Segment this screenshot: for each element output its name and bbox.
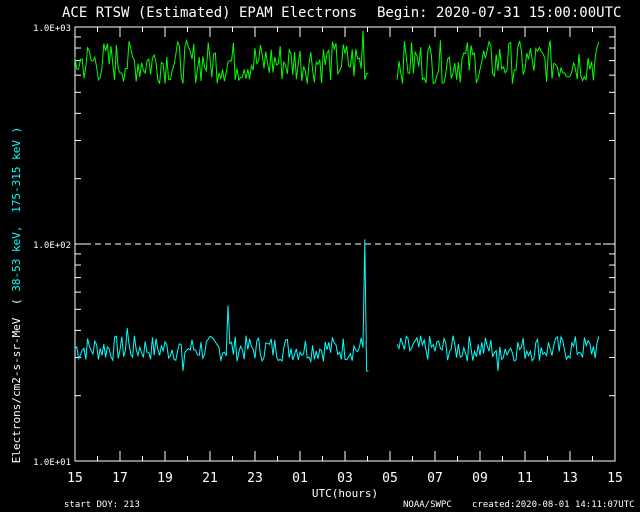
chart-background bbox=[0, 0, 640, 512]
x-tick-label: 01 bbox=[292, 471, 308, 486]
source-label: NOAA/SWPC bbox=[403, 500, 452, 510]
x-tick-label: 11 bbox=[517, 471, 533, 486]
y-axis-label: Electrons/cm2-s-sr-MeV ( 38-53 keV, 175-… bbox=[10, 127, 23, 464]
x-tick-label: 19 bbox=[157, 471, 173, 486]
x-axis-label: UTC(hours) bbox=[312, 487, 378, 500]
x-tick-label: 17 bbox=[112, 471, 128, 486]
chart-title: ACE RTSW (Estimated) EPAM Electrons bbox=[62, 5, 357, 21]
x-tick-label: 21 bbox=[202, 471, 218, 486]
start-doy: start DOY: 213 bbox=[64, 500, 140, 510]
y-axis-label-high: 175-315 keV bbox=[10, 140, 23, 213]
y-axis-label-close: ) bbox=[10, 127, 23, 134]
y-axis-label-open: ( bbox=[10, 292, 23, 305]
y-tick-label: 1.0E+01 bbox=[33, 458, 71, 468]
y-tick-label: 1.0E+02 bbox=[33, 241, 71, 251]
y-tick-label: 1.0E+03 bbox=[33, 24, 71, 34]
epam-chart: ACE RTSW (Estimated) EPAM Electrons Begi… bbox=[0, 0, 640, 512]
x-tick-label: 13 bbox=[562, 471, 578, 486]
x-tick-label: 05 bbox=[382, 471, 398, 486]
x-tick-label: 03 bbox=[337, 471, 353, 486]
x-tick-label: 15 bbox=[67, 471, 83, 486]
x-tick-label: 15 bbox=[607, 471, 623, 486]
y-axis-label-units: Electrons/cm2-s-sr-MeV bbox=[10, 317, 23, 463]
y-axis-label-low: 38-53 keV, bbox=[10, 225, 23, 291]
created-time: created:2020-08-01 14:11:07UTC bbox=[472, 500, 635, 510]
x-tick-label: 23 bbox=[247, 471, 263, 486]
x-tick-label: 07 bbox=[427, 471, 443, 486]
x-tick-label: 09 bbox=[472, 471, 488, 486]
begin-time: Begin: 2020-07-31 15:00:00UTC bbox=[377, 5, 621, 21]
